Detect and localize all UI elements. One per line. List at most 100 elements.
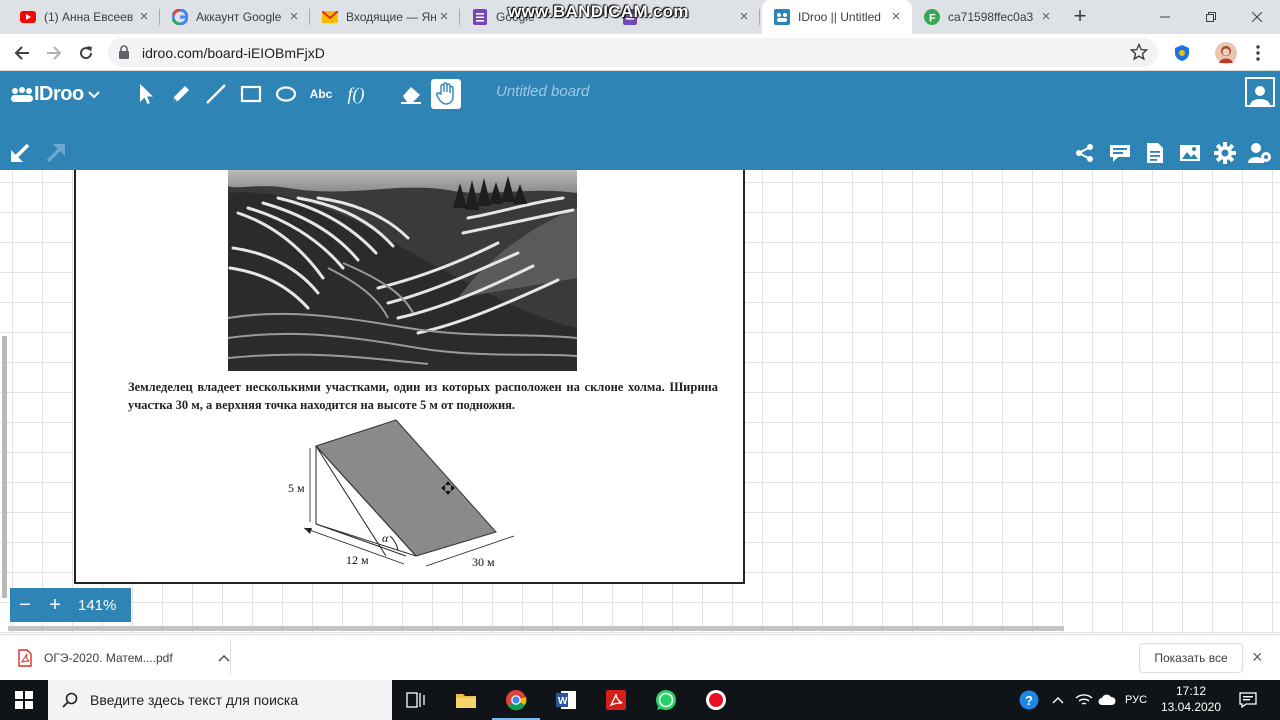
file-explorer-button[interactable]	[442, 680, 490, 720]
chrome-taskbar-button[interactable]	[492, 680, 540, 720]
select-tool[interactable]	[131, 79, 161, 109]
chevron-up-icon[interactable]	[1048, 680, 1068, 720]
eraser-icon	[401, 87, 421, 104]
close-window-button[interactable]	[1234, 0, 1280, 34]
task-view-button[interactable]	[392, 680, 440, 720]
close-icon[interactable]: ×	[286, 9, 302, 25]
pencil-icon	[173, 86, 189, 102]
wifi-icon[interactable]	[1072, 680, 1096, 720]
zoom-control: − + 141%	[10, 588, 131, 622]
angle-label: α	[382, 531, 389, 545]
idroo-logo-icon	[11, 86, 33, 102]
insert-image-button[interactable]	[1177, 140, 1203, 166]
share-button[interactable]	[1072, 140, 1098, 166]
user-profile-button[interactable]	[1245, 77, 1275, 107]
arrow-up-right-icon	[46, 144, 65, 163]
help-tray-icon[interactable]: ?	[1016, 680, 1042, 720]
download-file-name: ОГЭ-2020. Матем....pdf	[44, 651, 173, 665]
close-icon[interactable]: ×	[1038, 9, 1054, 25]
gmail-icon	[322, 9, 338, 25]
document-icon	[1147, 143, 1163, 163]
text-tool[interactable]: Abc	[306, 79, 336, 109]
close-icon[interactable]: ×	[436, 9, 452, 25]
close-download-bar-icon[interactable]: ×	[1252, 647, 1263, 668]
cloud-icon[interactable]	[1096, 680, 1118, 720]
chat-button[interactable]	[1107, 140, 1133, 166]
idroo-brand-menu[interactable]: IDroo	[10, 83, 100, 106]
clock-date: 13.04.2020	[1160, 700, 1222, 714]
word-icon: W	[556, 691, 576, 709]
vertical-scrollbar[interactable]	[2, 336, 7, 598]
whatsapp-taskbar-button[interactable]	[642, 680, 690, 720]
minimize-button[interactable]	[1142, 0, 1188, 34]
import-arrow-button[interactable]	[7, 140, 33, 166]
back-button[interactable]	[10, 41, 34, 65]
f-icon: F	[924, 9, 940, 25]
rectangle-tool[interactable]	[236, 79, 266, 109]
formula-tool[interactable]: f()	[341, 79, 371, 109]
browser-menu-button[interactable]	[1246, 41, 1270, 65]
tab-idroo[interactable]: IDroo || Untitled ×	[762, 0, 912, 34]
tab-inbox[interactable]: Входящие — Яндекс ×	[310, 0, 460, 34]
board-title[interactable]: Untitled board	[496, 83, 589, 100]
tab-youtube[interactable]: (1) Анна Евсеев ×	[8, 0, 160, 34]
svg-text:?: ?	[1025, 693, 1033, 708]
tab-title: ca71598ffec0a3	[948, 10, 1034, 24]
pdf-page-sheet[interactable]: Земледелец владеет несколькими участками…	[74, 170, 745, 584]
export-arrow-button[interactable]	[43, 140, 69, 166]
tab-title: Входящие — Яндекс	[346, 10, 436, 24]
minimize-icon	[1160, 16, 1170, 18]
recording-watermark: www.BANDICAM.com	[508, 2, 689, 21]
system-clock[interactable]: 17:12 13.04.2020	[1152, 683, 1230, 715]
ellipse-tool[interactable]	[271, 79, 301, 109]
line-tool[interactable]	[201, 79, 231, 109]
extension-shield-button[interactable]	[1170, 41, 1194, 65]
close-icon[interactable]: ×	[888, 9, 904, 25]
horizontal-scrollbar[interactable]	[8, 626, 1064, 631]
document-button[interactable]	[1142, 140, 1168, 166]
chat-icon	[1110, 145, 1130, 162]
whiteboard-canvas[interactable]: Земледелец владеет несколькими участками…	[0, 170, 1280, 634]
svg-text:F: F	[929, 13, 936, 25]
search-icon	[62, 692, 78, 708]
gear-icon	[1214, 142, 1236, 164]
user-icon	[1250, 86, 1270, 105]
restore-button[interactable]	[1188, 0, 1234, 34]
zoom-in-button[interactable]: +	[40, 595, 70, 615]
clock-time: 17:12	[1175, 684, 1207, 698]
pan-hand-tool[interactable]	[431, 79, 461, 109]
taskbar-search[interactable]: Введите здесь текст для поиска	[48, 680, 392, 720]
bookmark-star-icon[interactable]	[1130, 43, 1148, 61]
download-item[interactable]: ОГЭ-2020. Матем....pdf	[18, 645, 230, 671]
bandicam-taskbar-button[interactable]	[692, 680, 740, 720]
pencil-tool[interactable]	[166, 79, 196, 109]
settings-button[interactable]	[1212, 140, 1238, 166]
eraser-tool[interactable]	[396, 79, 426, 109]
tab-title: IDroo || Untitled	[798, 10, 881, 24]
new-tab-button[interactable]: +	[1068, 5, 1092, 29]
height-label: 5 м	[288, 481, 305, 495]
idroo-icon	[774, 9, 790, 25]
language-indicator[interactable]: РУС	[1120, 680, 1152, 720]
windows-taskbar: Введите здесь текст для поиска W ? РУС 1…	[0, 680, 1280, 720]
chevron-down-icon	[88, 90, 100, 98]
start-button[interactable]	[0, 680, 48, 720]
forward-button[interactable]	[42, 41, 66, 65]
show-all-downloads-button[interactable]: Показать все	[1139, 643, 1243, 673]
chrome-icon	[506, 690, 527, 711]
user-settings-button[interactable]	[1247, 140, 1273, 166]
tab-google-account[interactable]: Аккаунт Google ×	[160, 0, 310, 34]
url-text: idroo.com/board-iEIOBmFjxD	[142, 45, 325, 61]
profile-avatar-button[interactable]	[1214, 41, 1238, 65]
reload-button[interactable]	[74, 41, 98, 65]
tab-file[interactable]: F ca71598ffec0a3 ×	[912, 0, 1062, 34]
browser-tab-strip: (1) Анна Евсеев × Аккаунт Google × Входя…	[0, 0, 1280, 34]
address-bar[interactable]: idroo.com/board-iEIOBmFjxD	[108, 38, 1158, 67]
zoom-out-button[interactable]: −	[10, 595, 40, 615]
close-icon[interactable]: ×	[736, 9, 752, 25]
close-icon[interactable]: ×	[136, 9, 152, 25]
notifications-icon[interactable]	[1234, 680, 1262, 720]
acrobat-taskbar-button[interactable]	[592, 680, 640, 720]
slope-diagram: 5 м 12 м α 30 м	[288, 419, 515, 569]
word-taskbar-button[interactable]: W	[542, 680, 590, 720]
